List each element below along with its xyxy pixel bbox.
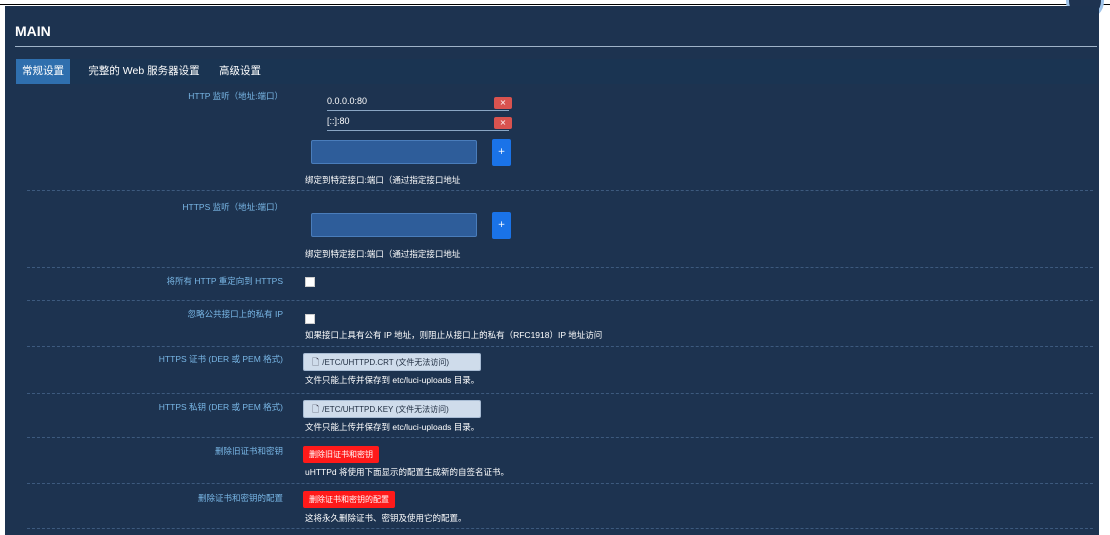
top-divider [0,4,1110,5]
plus-icon: + [497,220,506,230]
file-icon: 🗋 [312,404,320,414]
panel-title: MAIN [15,23,51,39]
remove-old-label: 删除旧证书和密钥 [214,446,283,456]
remove-old-desc: uHTTPd 将使用下面显示的配置生成新的自签名证书。 [305,467,510,477]
remove-http-listen-2-button[interactable]: × [494,117,512,129]
https-key-upload-button[interactable]: 🗋/ETC/UHTTPD.KEY (文件无法访问) [303,400,481,418]
redirect-https-checkbox[interactable] [305,277,315,287]
ignore-private-checkbox[interactable] [305,314,315,324]
row-ignore-private-ip: 忽略公共接口上的私有 IP 如果接口上具有公有 IP 地址，则阻止从接口上的私有… [27,301,1093,347]
title-divider [15,46,1097,47]
ignore-private-desc: 如果接口上具有公有 IP 地址，则阻止从接口上的私有（RFC1918）IP 地址… [305,330,603,340]
https-listen-label: HTTPS 监听（地址:端口） [182,202,283,212]
https-key-desc: 文件只能上传并保存到 etc/luci-uploads 目录。 [305,422,480,432]
row-remove-old-cert: 删除旧证书和密钥 删除旧证书和密钥 uHTTPd 将使用下面显示的配置生成新的自… [27,438,1093,484]
http-listen-new-input[interactable] [311,140,477,164]
remove-conf-label: 删除证书和密钥的配置 [197,493,283,503]
tab-advanced[interactable]: 高级设置 [216,59,264,84]
row-http-listen: HTTP 监听（地址:端口） 0.0.0.0:80 × [::]:80 × + … [27,84,1093,191]
http-listen-value-2[interactable]: [::]:80 [327,114,509,131]
plus-icon: + [497,147,506,157]
row-https-cert: HTTPS 证书 (DER 或 PEM 格式) 🗋/ETC/UHTTPD.CRT… [27,347,1093,394]
tab-bar: 常规设置 完整的 Web 服务器设置 高级设置 [16,59,1097,84]
tab-full-web-server[interactable]: 完整的 Web 服务器设置 [82,59,206,84]
row-redirect-https: 将所有 HTTP 重定向到 HTTPS [27,268,1093,301]
close-icon: × [499,118,507,127]
file-icon: 🗋 [312,357,320,367]
add-https-listen-button[interactable]: + [492,212,511,239]
https-cert-desc: 文件只能上传并保存到 etc/luci-uploads 目录。 [305,375,480,385]
http-listen-value-1[interactable]: 0.0.0.0:80 [327,94,509,111]
https-key-file-label: /ETC/UHTTPD.KEY (文件无法访问) [322,405,449,414]
close-icon: × [499,98,507,107]
row-https-key: HTTPS 私钥 (DER 或 PEM 格式) 🗋/ETC/UHTTPD.KEY… [27,394,1093,438]
settings-panel: MAIN 常规设置 完整的 Web 服务器设置 高级设置 HTTP 监听（地址:… [5,6,1099,535]
https-listen-desc: 绑定到特定接口:端口（通过指定接口地址 [305,249,461,259]
remove-conf-desc: 这将永久删除证书、密钥及使用它的配置。 [305,513,467,523]
remove-conf-button[interactable]: 删除证书和密钥的配置 [303,491,395,508]
https-listen-new-input[interactable] [311,213,477,237]
https-cert-file-label: /ETC/UHTTPD.CRT (文件无法访问) [322,358,450,367]
https-cert-label: HTTPS 证书 (DER 或 PEM 格式) [158,354,283,364]
https-cert-upload-button[interactable]: 🗋/ETC/UHTTPD.CRT (文件无法访问) [303,353,481,371]
remove-http-listen-1-button[interactable]: × [494,97,512,109]
ignore-private-label: 忽略公共接口上的私有 IP [187,309,283,319]
row-https-listen: HTTPS 监听（地址:端口） + 绑定到特定接口:端口（通过指定接口地址 [27,191,1093,268]
remove-old-cert-button[interactable]: 删除旧证书和密钥 [303,446,379,463]
http-listen-label: HTTP 监听（地址:端口） [188,91,283,101]
add-http-listen-button[interactable]: + [492,139,511,166]
tab-general[interactable]: 常规设置 [16,59,70,84]
row-remove-conf: 删除证书和密钥的配置 删除证书和密钥的配置 这将永久删除证书、密钥及使用它的配置… [27,484,1093,529]
redirect-https-label: 将所有 HTTP 重定向到 HTTPS [166,276,284,286]
https-key-label: HTTPS 私钥 (DER 或 PEM 格式) [158,402,283,412]
http-listen-desc: 绑定到特定接口:端口（通过指定接口地址 [305,175,461,185]
